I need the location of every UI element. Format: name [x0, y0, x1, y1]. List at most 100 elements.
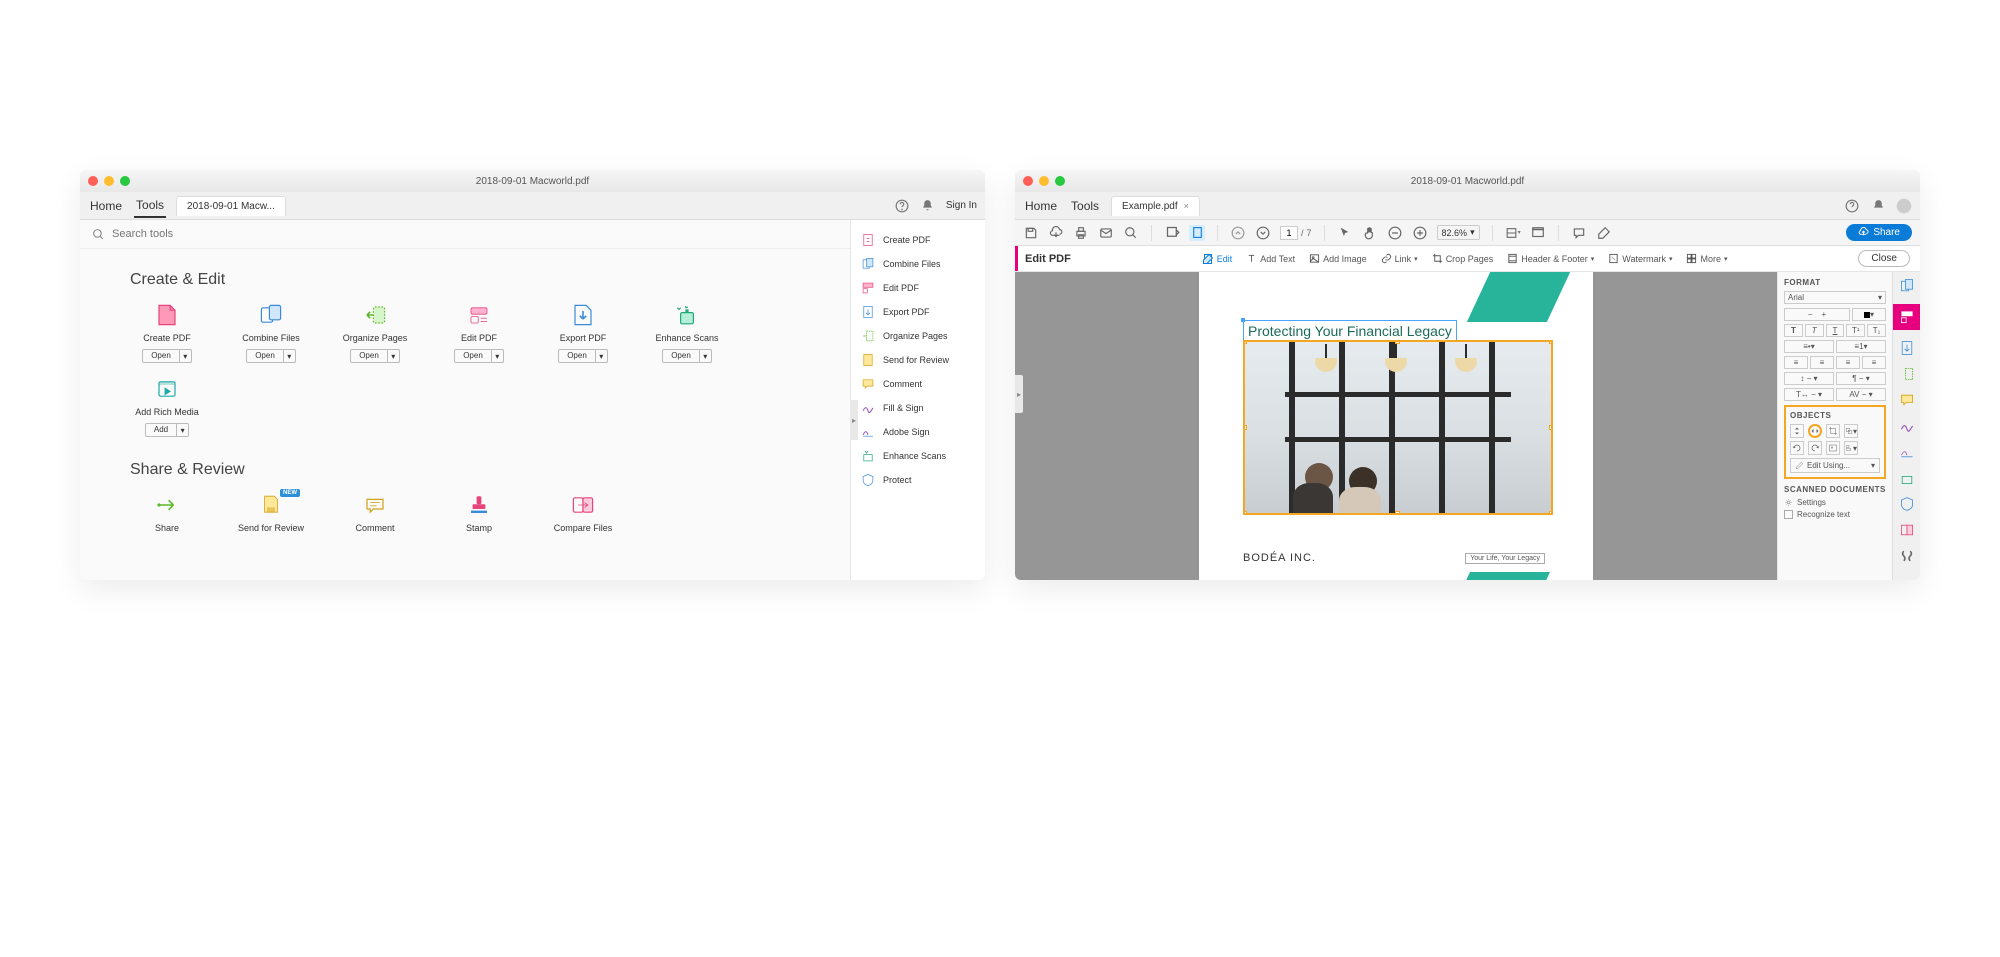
rail-more[interactable] [1899, 548, 1915, 564]
horizontal-scale[interactable]: T↔ − ▾ [1784, 388, 1834, 401]
settings-button[interactable]: Settings [1784, 498, 1886, 507]
page-tool-icon[interactable] [1189, 225, 1205, 241]
font-select[interactable]: Arial▾ [1784, 291, 1886, 304]
flip-v-button[interactable] [1790, 424, 1804, 438]
tool-combine-files[interactable]: Combine Files Open▾ [234, 303, 308, 363]
arrange-button[interactable]: ▾ [1844, 424, 1858, 438]
line-spacing[interactable]: ↕ − ▾ [1784, 372, 1834, 385]
star-tool-icon[interactable] [1164, 225, 1180, 241]
edit-using-button[interactable]: Edit Using... ▾ [1790, 458, 1880, 473]
sidebar-create-pdf[interactable]: Create PDF [857, 228, 979, 252]
sidebar-adobe-sign[interactable]: Adobe Sign [857, 420, 979, 444]
more-button[interactable]: More▾ [1686, 253, 1727, 264]
print-icon[interactable] [1073, 225, 1089, 241]
sidebar-send-review[interactable]: Send for Review [857, 348, 979, 372]
align-right-button[interactable]: ≡ [1836, 356, 1860, 369]
share-button[interactable]: Share [1846, 224, 1912, 241]
replace-button[interactable] [1826, 441, 1840, 455]
rotate-cw-button[interactable] [1808, 441, 1822, 455]
account-icon[interactable] [1896, 198, 1912, 214]
superscript-button[interactable]: T¹ [1846, 324, 1865, 337]
document-tab[interactable]: Example.pdf× [1111, 196, 1200, 216]
sidebar-combine[interactable]: Combine Files [857, 252, 979, 276]
tool-export-pdf[interactable]: Export PDF Open▾ [546, 303, 620, 363]
nav-tools[interactable]: Tools [1069, 195, 1101, 217]
rotate-ccw-button[interactable] [1790, 441, 1804, 455]
text-selection[interactable]: Protecting Your Financial Legacy [1243, 320, 1457, 342]
rail-compare[interactable] [1899, 522, 1915, 538]
add-image-button[interactable]: Add Image [1309, 253, 1367, 264]
subscript-button[interactable]: T₁ [1867, 324, 1886, 337]
close-button[interactable]: Close [1858, 250, 1910, 267]
add-text-button[interactable]: Add Text [1246, 253, 1295, 264]
tool-stamp[interactable]: Stamp [442, 493, 516, 533]
help-icon[interactable] [894, 198, 910, 214]
comment-tool-icon[interactable] [1571, 225, 1587, 241]
fit-icon[interactable]: ▾ [1505, 225, 1521, 241]
add-dropdown[interactable]: Add▾ [145, 423, 189, 437]
rail-edit-pdf[interactable] [1893, 304, 1920, 330]
help-icon[interactable] [1844, 198, 1860, 214]
zoom-in-icon[interactable] [1412, 225, 1428, 241]
align-obj-button[interactable]: ▾ [1844, 441, 1858, 455]
font-color[interactable]: ▾ [1852, 308, 1886, 321]
tool-enhance-scans[interactable]: Enhance Scans Open▾ [650, 303, 724, 363]
sidebar-edit-pdf[interactable]: Edit PDF [857, 276, 979, 300]
italic-button[interactable]: T [1805, 324, 1824, 337]
cloud-icon[interactable] [1048, 225, 1064, 241]
search-input[interactable] [112, 228, 312, 240]
open-dropdown[interactable]: Open▾ [142, 349, 192, 363]
sidebar-protect[interactable]: Protect [857, 468, 979, 492]
recognize-checkbox[interactable]: Recognize text [1784, 510, 1886, 519]
sidebar-enhance-scans[interactable]: Enhance Scans [857, 444, 979, 468]
align-left-button[interactable]: ≡ [1784, 356, 1808, 369]
document-tab[interactable]: 2018-09-01 Macw... [176, 196, 286, 216]
char-spacing[interactable]: AV − ▾ [1836, 388, 1886, 401]
link-button[interactable]: Link▾ [1381, 253, 1418, 264]
hand-icon[interactable] [1362, 225, 1378, 241]
open-dropdown[interactable]: Open▾ [246, 349, 296, 363]
sign-in-link[interactable]: Sign In [946, 200, 977, 211]
bell-icon[interactable] [920, 198, 936, 214]
flip-h-button[interactable] [1808, 424, 1822, 438]
nav-home[interactable]: Home [88, 195, 124, 217]
read-mode-icon[interactable] [1530, 225, 1546, 241]
panel-toggle[interactable]: ▸ [850, 400, 858, 440]
select-icon[interactable] [1337, 225, 1353, 241]
nav-home[interactable]: Home [1023, 195, 1059, 217]
zoom-out-icon[interactable] [1387, 225, 1403, 241]
bold-button[interactable]: T [1784, 324, 1803, 337]
tool-rich-media[interactable]: Add Rich Media Add▾ [130, 377, 204, 437]
tool-organize-pages[interactable]: Organize Pages Open▾ [338, 303, 412, 363]
open-dropdown[interactable]: Open▾ [558, 349, 608, 363]
underline-button[interactable]: T [1826, 324, 1845, 337]
rail-organize[interactable] [1899, 366, 1915, 382]
zoom-select[interactable]: 82.6%▾ [1437, 225, 1480, 240]
page-up-icon[interactable] [1230, 225, 1246, 241]
align-center-button[interactable]: ≡ [1810, 356, 1834, 369]
para-spacing[interactable]: ¶ − ▾ [1836, 372, 1886, 385]
sidebar-organize[interactable]: Organize Pages [857, 324, 979, 348]
open-dropdown[interactable]: Open▾ [454, 349, 504, 363]
open-dropdown[interactable]: Open▾ [350, 349, 400, 363]
mail-icon[interactable] [1098, 225, 1114, 241]
rail-enhance[interactable] [1899, 470, 1915, 486]
find-icon[interactable] [1123, 225, 1139, 241]
document-view[interactable]: Protecting Your Financial Legacy [1015, 272, 1777, 580]
nav-tools[interactable]: Tools [134, 194, 166, 218]
align-justify-button[interactable]: ≡ [1862, 356, 1886, 369]
bell-icon[interactable] [1870, 198, 1886, 214]
tool-create-pdf[interactable]: Create PDF Open▾ [130, 303, 204, 363]
rail-sign[interactable] [1899, 418, 1915, 434]
edit-button[interactable]: Edit [1202, 253, 1233, 265]
page-input[interactable] [1280, 226, 1298, 240]
rail-export[interactable] [1899, 340, 1915, 356]
highlight-icon[interactable] [1596, 225, 1612, 241]
open-dropdown[interactable]: Open▾ [662, 349, 712, 363]
rail-comment[interactable] [1899, 392, 1915, 408]
tool-edit-pdf[interactable]: Edit PDF Open▾ [442, 303, 516, 363]
rail-combine[interactable] [1899, 278, 1915, 294]
tool-comment[interactable]: Comment [338, 493, 412, 533]
crop-obj-button[interactable] [1826, 424, 1840, 438]
sidebar-comment[interactable]: Comment [857, 372, 979, 396]
